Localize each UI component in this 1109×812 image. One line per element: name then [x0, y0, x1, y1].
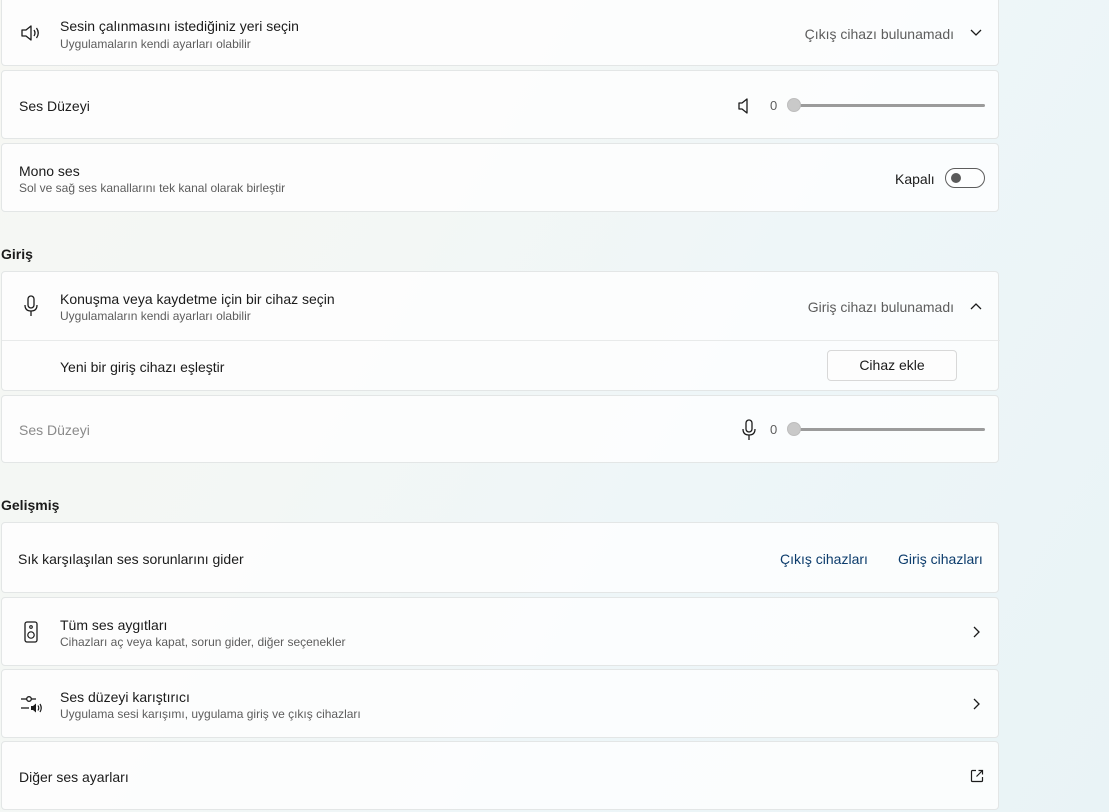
output-device-value[interactable]: Çıkış cihazı bulunamadı — [805, 26, 954, 42]
add-device-button[interactable]: Cihaz ekle — [827, 350, 957, 381]
mono-audio-card: Mono ses Sol ve sağ ses kanallarını tek … — [1, 143, 999, 212]
mono-toggle-knob — [951, 173, 961, 183]
external-link-icon[interactable] — [970, 769, 984, 783]
output-device-title: Sesin çalınmasını istediğiniz yeri seçin — [60, 18, 299, 34]
input-volume-value: 0 — [770, 422, 778, 437]
input-section-header: Giriş — [1, 246, 33, 262]
troubleshoot-card: Sık karşılaşılan ses sorunlarını gider Ç… — [1, 522, 999, 593]
output-devices-link[interactable]: Çıkış cihazları — [780, 551, 868, 567]
chevron-right-icon[interactable] — [973, 626, 981, 638]
all-devices-subtitle: Cihazları aç veya kapat, sorun gider, di… — [60, 635, 346, 649]
input-device-value[interactable]: Giriş cihazı bulunamadı — [808, 299, 954, 315]
speaker-device-icon — [24, 621, 38, 643]
volume-mixer-subtitle: Uygulama sesi karışımı, uygulama giriş v… — [60, 707, 361, 721]
more-sound-settings-label: Diğer ses ayarları — [19, 769, 129, 785]
input-volume-label: Ses Düzeyi — [19, 422, 90, 438]
mixer-icon — [21, 696, 42, 713]
troubleshoot-label: Sık karşılaşılan ses sorunlarını gider — [18, 551, 244, 567]
volume-mixer-title: Ses düzeyi karıştırıcı — [60, 689, 190, 705]
more-sound-settings-card[interactable]: Diğer ses ayarları — [1, 741, 999, 810]
input-volume-card: Ses Düzeyi 0 — [1, 395, 999, 463]
input-device-title: Konuşma veya kaydetme için bir cihaz seç… — [60, 291, 335, 307]
pair-input-label: Yeni bir giriş cihazı eşleştir — [60, 359, 225, 375]
output-volume-slider-track[interactable] — [795, 104, 985, 107]
mono-toggle[interactable] — [945, 168, 985, 188]
input-device-subtitle: Uygulamaların kendi ayarları olabilir — [60, 309, 251, 323]
speaker-mute-icon[interactable] — [737, 98, 751, 114]
microphone-icon[interactable] — [741, 419, 757, 441]
input-volume-slider-track[interactable] — [795, 428, 985, 431]
chevron-up-icon[interactable] — [970, 302, 982, 310]
mono-toggle-state: Kapalı — [895, 171, 935, 187]
input-devices-link[interactable]: Giriş cihazları — [898, 551, 983, 567]
mono-audio-subtitle: Sol ve sağ ses kanallarını tek kanal ola… — [19, 181, 286, 195]
mono-audio-title: Mono ses — [19, 163, 80, 179]
chevron-down-icon[interactable] — [970, 29, 982, 37]
output-volume-card: Ses Düzeyi 0 — [1, 70, 999, 139]
input-device-card[interactable]: Konuşma veya kaydetme için bir cihaz seç… — [1, 271, 1000, 391]
input-card-divider — [2, 340, 1000, 341]
all-devices-card[interactable]: Tüm ses aygıtları Cihazları aç veya kapa… — [1, 597, 999, 666]
output-device-card[interactable]: Sesin çalınmasını istediğiniz yeri seçin… — [1, 0, 999, 66]
speaker-icon — [21, 25, 39, 41]
output-volume-value: 0 — [770, 98, 778, 113]
advanced-section-header: Gelişmiş — [1, 497, 60, 513]
volume-mixer-card[interactable]: Ses düzeyi karıştırıcı Uygulama sesi kar… — [1, 669, 999, 738]
output-volume-label: Ses Düzeyi — [19, 98, 90, 114]
microphone-icon — [24, 295, 38, 316]
input-volume-slider-thumb[interactable] — [787, 422, 801, 436]
output-device-subtitle: Uygulamaların kendi ayarları olabilir — [60, 37, 251, 51]
all-devices-title: Tüm ses aygıtları — [60, 617, 168, 633]
output-volume-slider-thumb[interactable] — [787, 98, 801, 112]
chevron-right-icon[interactable] — [973, 698, 981, 710]
